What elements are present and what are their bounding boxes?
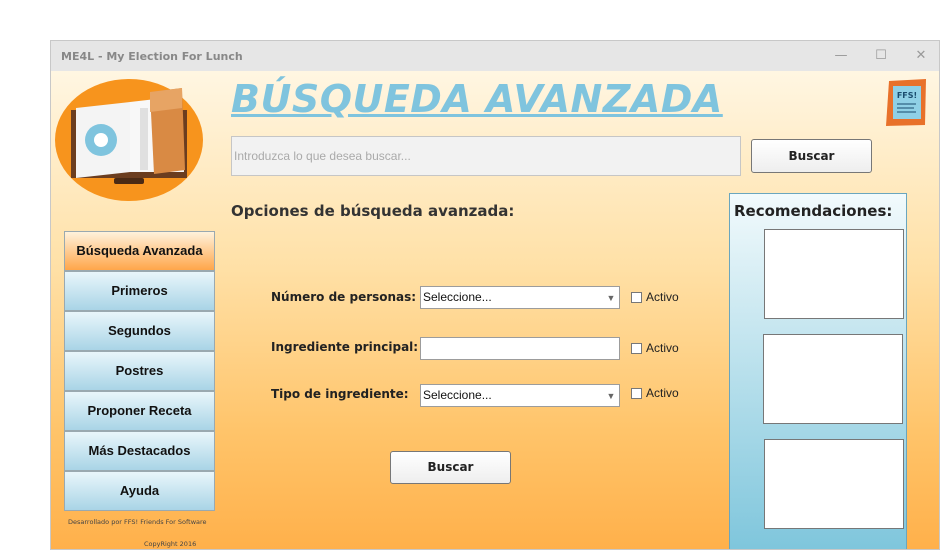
main-ingredient-active-label: Activo	[646, 341, 679, 355]
sidebar-item-primeros[interactable]: Primeros	[64, 271, 215, 311]
recommendations-panel: Recomendaciones:	[729, 193, 907, 549]
app-logo-icon	[55, 79, 203, 201]
page-heading: BÚSQUEDA AVANZADA	[231, 77, 723, 121]
close-button[interactable]: ✕	[909, 45, 933, 67]
ingredient-type-active-label: Activo	[646, 386, 679, 400]
ingredient-type-select[interactable]: Seleccione... ▼	[420, 384, 620, 407]
people-count-label: Número de personas:	[271, 290, 417, 304]
recommendations-title: Recomendaciones:	[734, 202, 893, 220]
copyright-text: CopyRight 2016	[144, 540, 197, 548]
advanced-search-button[interactable]: Buscar	[390, 451, 511, 484]
search-input[interactable]: Introduzca lo que desea buscar...	[231, 136, 741, 176]
ffs-logo-text: FFS!	[897, 91, 917, 100]
chevron-down-icon: ▼	[606, 391, 616, 401]
sidebar-item-busqueda-avanzada[interactable]: Búsqueda Avanzada	[64, 231, 215, 271]
main-content: BÚSQUEDA AVANZADA FFS! Introduzca lo que…	[51, 71, 939, 549]
minimize-button[interactable]: —	[829, 45, 853, 67]
sidebar-item-ayuda[interactable]: Ayuda	[64, 471, 215, 511]
recommendation-slot-2[interactable]	[763, 334, 903, 424]
maximize-button[interactable]: ☐	[869, 45, 893, 67]
people-count-select[interactable]: Seleccione... ▼	[420, 286, 620, 309]
app-window: ME4L - My Election For Lunch — ☐ ✕ BÚSQU…	[50, 40, 940, 550]
ingredient-type-active-checkbox[interactable]	[631, 388, 642, 399]
chevron-down-icon: ▼	[606, 293, 616, 303]
main-ingredient-label: Ingrediente principal:	[271, 340, 419, 354]
ffs-brand-logo: FFS!	[886, 79, 926, 126]
title-bar: ME4L - My Election For Lunch — ☐ ✕	[51, 41, 939, 71]
people-count-active-label: Activo	[646, 290, 679, 304]
sidebar-item-postres[interactable]: Postres	[64, 351, 215, 391]
developer-credit: Desarrollado por FFS! Friends For Softwa…	[68, 518, 207, 526]
sidebar-item-proponer-receta[interactable]: Proponer Receta	[64, 391, 215, 431]
sidebar-item-segundos[interactable]: Segundos	[64, 311, 215, 351]
main-ingredient-input[interactable]	[420, 337, 620, 360]
people-count-value: Seleccione...	[423, 290, 492, 304]
people-count-active-checkbox[interactable]	[631, 292, 642, 303]
ingredient-type-label: Tipo de ingrediente:	[271, 387, 409, 401]
search-button[interactable]: Buscar	[751, 139, 872, 173]
recommendation-slot-3[interactable]	[764, 439, 904, 529]
sidebar-item-mas-destacados[interactable]: Más Destacados	[64, 431, 215, 471]
main-ingredient-active-checkbox[interactable]	[631, 343, 642, 354]
window-title: ME4L - My Election For Lunch	[61, 50, 243, 63]
sidebar-nav: Búsqueda Avanzada Primeros Segundos Post…	[64, 231, 215, 511]
advanced-options-title: Opciones de búsqueda avanzada:	[231, 202, 515, 220]
recommendation-slot-1[interactable]	[764, 229, 904, 319]
ingredient-type-value: Seleccione...	[423, 388, 492, 402]
